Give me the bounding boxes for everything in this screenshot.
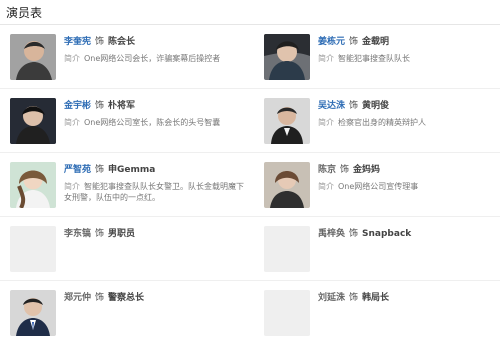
as-label: 饰 [349, 293, 359, 303]
cast-row: 李奎宪饰陈会长 简介 One网络公司会长，诈骗案幕后操控者 姜栋元 饰 金载明 … [0, 25, 500, 89]
role-name: 朴将军 [108, 101, 136, 111]
cast-info: 严智苑饰申Gemma 简介 智能犯事搜查队队长女警卫。队长金载明魔下女刑警，队伍中… [64, 162, 244, 203]
role-name: 金妈妈 [353, 165, 381, 175]
intro-text: One网络公司会长，诈骗案幕后操控者 [84, 54, 221, 63]
role-description: 简介 检察官出身的精英辩护人 [318, 117, 498, 128]
actor-photo[interactable] [10, 34, 56, 80]
as-label: 饰 [95, 229, 105, 239]
as-label: 饰 [95, 165, 105, 175]
role-name: 男职员 [108, 229, 136, 239]
actor-name-link[interactable]: 严智苑 [64, 165, 91, 175]
as-label: 饰 [95, 293, 105, 303]
as-label: 饰 [95, 101, 105, 111]
cast-card[interactable]: 郑元仲饰警察总长 [10, 290, 250, 336]
intro-label: 简介 [64, 54, 80, 63]
cast-info: 李奎宪饰陈会长 简介 One网络公司会长，诈骗案幕后操控者 [64, 34, 244, 64]
actor-name: 郑元仲 [64, 293, 92, 303]
actor-name-link[interactable]: 金宇彬 [64, 101, 91, 111]
cast-info: 姜栋元饰金载明 简介 智能犯事搜查队队长 [318, 34, 498, 64]
cast-info: 金宇彬饰朴将军 简介 One网络公司室长，陈会长的头号智囊 [64, 98, 244, 128]
as-label: 饰 [340, 165, 350, 175]
actor-name: 陈京 [318, 165, 337, 175]
cast-card[interactable]: 严智苑饰申Gemma 简介 智能犯事搜查队队长女警卫。队长金载明魔下女刑警，队伍中… [10, 162, 250, 208]
actor-photo[interactable] [10, 98, 56, 144]
role-description: 简介 One网络公司宣传理事 [318, 181, 498, 192]
cast-card[interactable]: 金宇彬饰朴将军 简介 One网络公司室长，陈会长的头号智囊 [10, 98, 250, 144]
actor-photo[interactable] [264, 226, 310, 272]
cast-card[interactable]: 吴达洙饰黄明俊 简介 检察官出身的精英辩护人 [264, 98, 500, 144]
cast-page: 演员表 李奎宪饰陈会长 简介 One网络公司会长，诈骗案幕后操控者 姜栋元 饰 … [0, 0, 500, 341]
cast-grid: 李奎宪饰陈会长 简介 One网络公司会长，诈骗案幕后操控者 姜栋元 饰 金载明 … [0, 25, 500, 344]
cast-card[interactable]: 李奎宪饰陈会长 简介 One网络公司会长，诈骗案幕后操控者 [10, 34, 250, 80]
role-name: 金载明 [362, 37, 390, 47]
avatar-placeholder [264, 226, 310, 272]
cast-info: 陈京饰金妈妈 简介 One网络公司宣传理事 [318, 162, 498, 192]
actor-name-link[interactable]: 吴达洙 [318, 101, 345, 111]
cast-info: 禹梓奂饰 Snapback [318, 226, 498, 239]
actor-photo[interactable] [10, 226, 56, 272]
intro-label: 简介 [64, 118, 80, 127]
actor-photo[interactable] [264, 290, 310, 336]
as-label: 饰 [349, 229, 359, 239]
as-label: 饰 [349, 37, 359, 47]
role-description: 简介 智能犯事搜查队队长女警卫。队长金载明魔下女刑警，队伍中的一点红。 [64, 181, 244, 203]
cast-row: 金宇彬饰朴将军 简介 One网络公司室长，陈会长的头号智囊 吴达洙 饰 黄明俊 … [0, 89, 500, 153]
role-name: 申Gemma [108, 165, 156, 175]
actor-photo[interactable] [10, 162, 56, 208]
intro-text: 检察官出身的精英辩护人 [338, 118, 426, 127]
cast-card[interactable]: 禹梓奂饰 Snapback [264, 226, 500, 272]
role-name: Snapback [362, 229, 412, 239]
intro-label: 简介 [64, 182, 80, 191]
intro-label: 简介 [318, 118, 334, 127]
role-name: 陈会长 [108, 37, 136, 47]
intro-text: 智能犯事搜查队队长女警卫。队长金载明魔下女刑警，队伍中的一点红。 [64, 182, 244, 202]
cast-card[interactable]: 刘延洙饰韩局长 [264, 290, 500, 336]
role-description: 简介 智能犯事搜查队队长 [318, 53, 498, 64]
cast-info: 郑元仲饰警察总长 [64, 290, 244, 303]
role-name: 警察总长 [108, 293, 145, 303]
actor-photo[interactable] [264, 98, 310, 144]
role-description: 简介 One网络公司会长，诈骗案幕后操控者 [64, 53, 244, 64]
role-name: 韩局长 [362, 293, 390, 303]
intro-text: One网络公司宣传理事 [338, 182, 419, 191]
intro-text: One网络公司室长，陈会长的头号智囊 [84, 118, 221, 127]
page-header: 演员表 [0, 0, 500, 25]
avatar-placeholder [264, 290, 310, 336]
cast-info: 李东镐饰男职员 [64, 226, 244, 239]
cast-card[interactable]: 李东镐饰男职员 [10, 226, 250, 272]
actor-name-link[interactable]: 姜栋元 [318, 37, 345, 47]
cast-info: 刘延洙饰韩局长 [318, 290, 498, 303]
cast-card[interactable]: 陈京饰金妈妈 简介 One网络公司宣传理事 [264, 162, 500, 208]
role-description: 简介 One网络公司室长，陈会长的头号智囊 [64, 117, 244, 128]
actor-photo[interactable] [264, 162, 310, 208]
cast-info: 吴达洙饰黄明俊 简介 检察官出身的精英辩护人 [318, 98, 498, 128]
as-label: 饰 [349, 101, 359, 111]
intro-label: 简介 [318, 54, 334, 63]
actor-name-link[interactable]: 李奎宪 [64, 37, 91, 47]
actor-name: 李东镐 [64, 229, 92, 239]
cast-card[interactable]: 姜栋元饰金载明 简介 智能犯事搜查队队长 [264, 34, 500, 80]
avatar-placeholder [10, 226, 56, 272]
actor-name: 禹梓奂 [318, 229, 346, 239]
page-title: 演员表 [6, 6, 43, 20]
cast-row: 郑元仲饰警察总长 刘延洙饰韩局长 [0, 281, 500, 344]
role-name: 黄明俊 [362, 101, 390, 111]
cast-row: 严智苑饰申Gemma 简介 智能犯事搜查队队长女警卫。队长金载明魔下女刑警，队伍中… [0, 153, 500, 217]
actor-name: 刘延洙 [318, 293, 346, 303]
actor-photo[interactable] [264, 34, 310, 80]
actor-photo[interactable] [10, 290, 56, 336]
intro-text: 智能犯事搜查队队长 [338, 54, 410, 63]
as-label: 饰 [95, 37, 105, 47]
cast-row: 李东镐饰男职员 禹梓奂饰 Snapback [0, 217, 500, 281]
intro-label: 简介 [318, 182, 334, 191]
